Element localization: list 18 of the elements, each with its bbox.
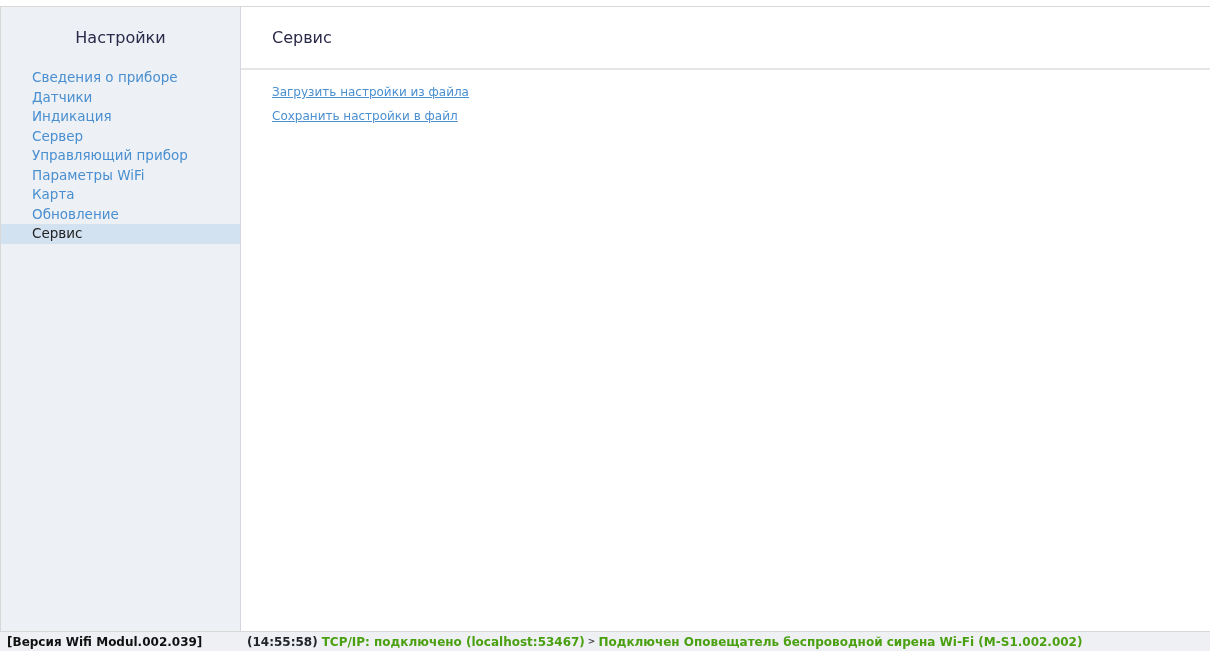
separator-text: > bbox=[587, 634, 596, 648]
sidebar-item[interactable]: Индикация bbox=[1, 107, 240, 127]
page-title: Сервис bbox=[241, 7, 1210, 70]
version-text: [Версия Wifi Modul.002.039] bbox=[6, 633, 204, 651]
link[interactable]: Сохранить настройки в файл bbox=[272, 106, 458, 127]
time-text: (14:55:58) bbox=[247, 633, 318, 651]
sidebar-item[interactable]: Карта bbox=[1, 185, 240, 205]
sidebar-item[interactable]: Сервис bbox=[1, 224, 240, 244]
sidebar-item[interactable]: Сведения о приборе bbox=[1, 68, 240, 88]
link[interactable]: Загрузить настройки из файла bbox=[272, 82, 469, 103]
sidebar-item[interactable]: Обновление bbox=[1, 204, 240, 224]
sidebar-item[interactable]: Параметры WiFi bbox=[1, 165, 240, 185]
sidebar-item[interactable]: Датчики bbox=[1, 87, 240, 107]
sidebar-item[interactable]: Сервер bbox=[1, 126, 240, 146]
sidebar-item[interactable]: Управляющий прибор bbox=[1, 146, 240, 166]
device-status: Подключен Оповещатель беспроводной сирена Wi-Fi (M-S1.002.002) bbox=[598, 633, 1083, 651]
sidebar-title: Настройки bbox=[74, 27, 167, 49]
connection-status: TCP/IP: подключено (localhost:53467) bbox=[321, 633, 585, 651]
